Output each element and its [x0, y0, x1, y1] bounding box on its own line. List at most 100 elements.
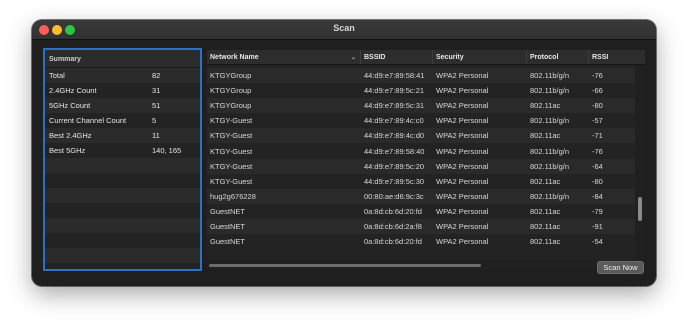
bssid-cell: 0a:8d:cb:6d:20:fd — [364, 206, 422, 216]
table-row[interactable]: KTGYGroup 44:d9:e7:89:58:41 WPA2 Personal 8… — [207, 68, 645, 84]
network-name-cell: GuestNET — [210, 237, 246, 245]
table-row[interactable]: KTGYGroup 44:d9:e7:89:5c:31 WPA2 Personal 8… — [207, 98, 645, 114]
summary-label: Best 2.4GHz — [49, 131, 92, 140]
security-cell: WPA2 Personal — [436, 176, 489, 186]
summary-empty-row — [45, 158, 200, 173]
summary-label: 5GHz Count — [49, 101, 91, 110]
summary-label: Total — [49, 71, 65, 80]
protocol-cell: 802.11ac — [530, 237, 561, 245]
table-row[interactable]: KTGY-Guest 44:d9:e7:89:5c:30 WPA2 Personal… — [207, 173, 645, 189]
vertical-scroll-thumb[interactable] — [638, 197, 642, 221]
security-cell: WPA2 Personal — [436, 86, 489, 96]
summary-panel: Summary Total 82 2.4GHz Count 31 5GHz Co… — [43, 48, 202, 271]
network-name-cell: KTGY-Guest — [210, 146, 253, 156]
bssid-cell: 0a:8d:cb:6d:20:fd — [364, 237, 422, 245]
summary-label: Current Channel Count — [49, 116, 127, 125]
table-row[interactable]: hug2g676228 00:80:ae:d6:9c:3c WPA2 Persona… — [207, 188, 645, 204]
summary-row-current-channel-count: Current Channel Count 5 — [45, 113, 200, 128]
security-cell: WPA2 Personal — [436, 237, 489, 245]
protocol-cell: 802.11ac — [530, 176, 561, 186]
protocol-cell: 802.11ac — [530, 221, 561, 231]
summary-empty-row — [45, 248, 200, 263]
summary-empty-row — [45, 263, 200, 269]
network-name-cell: hug2g676228 — [210, 191, 256, 201]
network-name-cell: GuestNET — [210, 206, 246, 216]
table-row[interactable]: GuestNET 0a:8d:cb:6d:20:fd WPA2 Personal 80… — [207, 234, 645, 245]
summary-value: 5 — [152, 116, 157, 125]
summary-label: 2.4GHz Count — [49, 86, 97, 95]
title-bar: Scan — [32, 20, 656, 40]
table-row[interactable]: KTGY-Guest 44:d9:e7:89:4c:d0 WPA2 Personal… — [207, 128, 645, 144]
summary-value: 31 — [152, 86, 161, 95]
protocol-cell: 802.11b/g/n — [530, 86, 570, 96]
bssid-cell: 44:d9:e7:89:5c:31 — [364, 101, 425, 111]
column-header-rssi[interactable]: RSSI — [589, 50, 645, 64]
summary-empty-row — [45, 233, 200, 248]
scan-window: Scan Summary Total 82 2.4GHz Count 31 5G… — [32, 20, 656, 286]
protocol-cell: 802.11ac — [530, 206, 561, 216]
summary-empty-row — [45, 188, 200, 203]
network-name-cell: KTGY-Guest — [210, 176, 253, 186]
column-header-bssid[interactable]: BSSID — [361, 50, 433, 64]
security-cell: WPA2 Personal — [436, 221, 489, 231]
summary-row-24ghz-count: 2.4GHz Count 31 — [45, 83, 200, 98]
summary-row-best-5ghz: Best 5GHz 140, 165 — [45, 143, 200, 158]
protocol-cell: 802.11b/g/n — [530, 146, 570, 156]
summary-empty-row — [45, 203, 200, 218]
chevron-down-icon[interactable]: ⌄ — [351, 54, 356, 61]
bssid-cell: 44:d9:e7:89:4c:c0 — [364, 116, 424, 126]
table-row[interactable]: KTGYGroup 44:d9:e7:89:5c:21 WPA2 Personal 8… — [207, 83, 645, 99]
table-row[interactable]: GuestNET 0a:8d:cb:6d:2a:f8 WPA2 Personal 80… — [207, 218, 645, 235]
security-cell: WPA2 Personal — [436, 116, 489, 126]
security-cell: WPA2 Personal — [436, 101, 489, 111]
window-title: Scan — [333, 23, 355, 33]
security-cell: WPA2 Personal — [436, 161, 489, 171]
column-header-network-name[interactable]: Network Name ⌄ — [207, 50, 361, 64]
summary-empty-row — [45, 173, 200, 188]
summary-header: Summary — [45, 50, 200, 68]
security-cell: WPA2 Personal — [436, 146, 489, 156]
bssid-cell: 00:80:ae:d6:9c:3c — [364, 191, 424, 201]
network-name-cell: KTGY-Guest — [210, 116, 253, 126]
vertical-scrollbar[interactable] — [635, 65, 645, 260]
bssid-cell: 0a:8d:cb:6d:2a:f8 — [364, 221, 422, 231]
table-row[interactable]: KTGY-Guest 44:d9:e7:89:5c:20 WPA2 Personal… — [207, 158, 645, 174]
protocol-cell: 802.11ac — [530, 131, 561, 141]
protocol-cell: 802.11b/g/n — [530, 161, 570, 171]
network-table[interactable]: Network Name ⌄ BSSID Security Protocol R… — [207, 50, 645, 270]
horizontal-scroll-thumb[interactable] — [209, 264, 481, 267]
column-header-protocol[interactable]: Protocol — [527, 50, 589, 64]
summary-row-5ghz-count: 5GHz Count 51 — [45, 98, 200, 113]
bssid-cell: 44:d9:e7:89:4c:d0 — [364, 131, 425, 141]
network-name-cell: KTGY-Guest — [210, 161, 253, 171]
summary-row-best-24ghz: Best 2.4GHz 11 — [45, 128, 200, 143]
protocol-cell: 802.11b/g/n — [530, 191, 570, 201]
network-name-cell: KTGYGroup — [210, 71, 252, 81]
table-body: KTGYGroup 44:d9:e7:89:58:41 WPA2 Personal 8… — [207, 65, 645, 245]
protocol-cell: 802.11b/g/n — [530, 116, 570, 126]
security-cell: WPA2 Personal — [436, 191, 489, 201]
summary-value: 82 — [152, 71, 161, 80]
column-header-label: Network Name — [210, 54, 259, 61]
summary-value: 11 — [152, 131, 160, 140]
bssid-cell: 44:d9:e7:89:58:41 — [364, 71, 425, 81]
column-header-security[interactable]: Security — [433, 50, 527, 64]
summary-empty-row — [45, 218, 200, 233]
bssid-cell: 44:d9:e7:89:5c:30 — [364, 176, 425, 186]
bssid-cell: 44:d9:e7:89:58:40 — [364, 146, 425, 156]
scan-now-button[interactable]: Scan Now — [597, 261, 644, 274]
protocol-cell: 802.11ac — [530, 101, 561, 111]
network-name-cell: KTGYGroup — [210, 86, 252, 96]
horizontal-scrollbar[interactable] — [207, 260, 645, 270]
table-row[interactable]: KTGY-Guest 44:d9:e7:89:4c:c0 WPA2 Personal… — [207, 113, 645, 129]
summary-row-total: Total 82 — [45, 68, 200, 83]
network-name-cell: KTGY-Guest — [210, 131, 253, 141]
table-row[interactable]: KTGY-Guest 44:d9:e7:89:58:40 WPA2 Personal… — [207, 143, 645, 159]
summary-value: 51 — [152, 101, 161, 110]
table-row[interactable]: GuestNET 0a:8d:cb:6d:20:fd WPA2 Personal 80… — [207, 203, 645, 219]
network-name-cell: KTGYGroup — [210, 101, 252, 111]
security-cell: WPA2 Personal — [436, 131, 489, 141]
security-cell: WPA2 Personal — [436, 206, 489, 216]
bssid-cell: 44:d9:e7:89:5c:21 — [364, 86, 425, 96]
security-cell: WPA2 Personal — [436, 71, 489, 81]
